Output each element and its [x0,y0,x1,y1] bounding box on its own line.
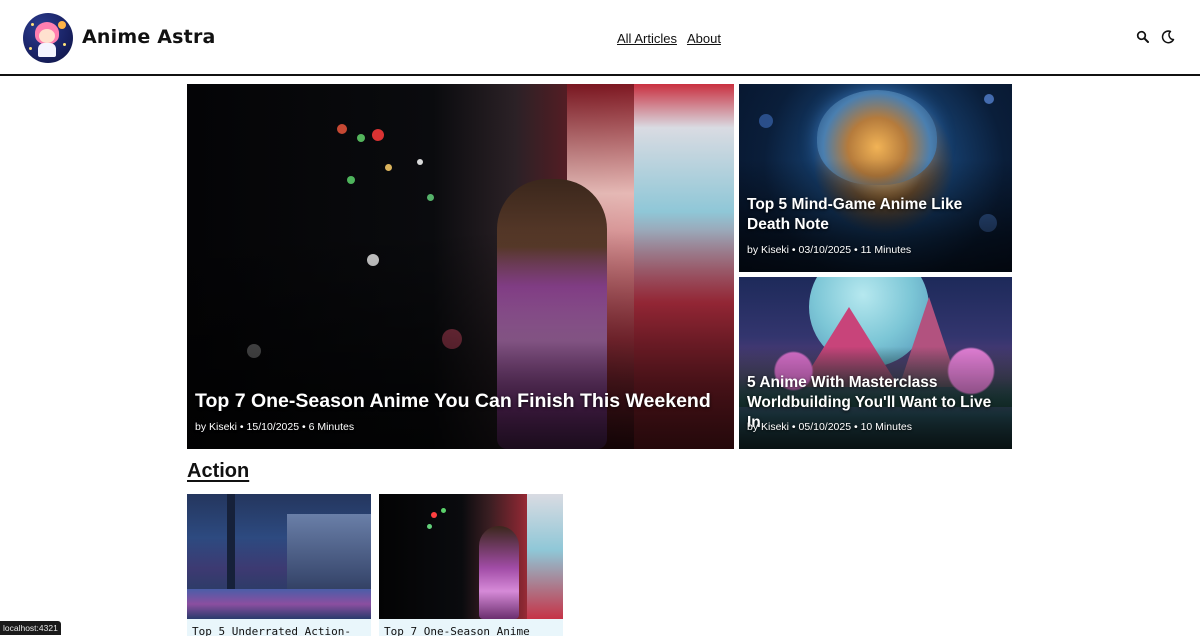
article-meta: by Kiseki • 05/10/2025 • 10 Minutes [747,421,912,433]
category-heading-action[interactable]: Action [187,460,249,483]
article-thumbnail[interactable] [379,494,563,619]
featured-article-card[interactable]: Top 7 One-Season Anime You Can Finish Th… [187,84,734,449]
article-card-title[interactable]: Top 5 Underrated Action- [187,619,371,636]
site-header: Anime Astra All Articles About [0,0,1200,76]
article-title[interactable]: Top 5 Mind-Game Anime Like Death Note [747,195,1004,235]
nav-link-all-articles[interactable]: All Articles [617,31,677,46]
astronaut-girl-logo-icon[interactable] [23,13,73,63]
article-card-mind-game[interactable]: Top 5 Mind-Game Anime Like Death Note by… [739,84,1012,272]
article-meta: by Kiseki • 03/10/2025 • 11 Minutes [747,244,912,256]
status-bar-url: localhost:4321 [0,621,61,635]
article-thumbnail[interactable] [187,494,371,619]
article-card-title[interactable]: Top 7 One-Season Anime [379,619,563,636]
search-icon[interactable] [1135,29,1151,45]
nav-link-about[interactable]: About [687,31,721,46]
article-card-worldbuilding[interactable]: 5 Anime With Masterclass Worldbuilding Y… [739,277,1012,449]
site-title[interactable]: Anime Astra [82,26,216,48]
main-nav: All Articles About [617,31,721,46]
featured-article-title[interactable]: Top 7 One-Season Anime You Can Finish Th… [195,390,726,413]
featured-article-meta: by Kiseki • 15/10/2025 • 6 Minutes [195,421,355,433]
moon-icon[interactable] [1160,29,1176,45]
